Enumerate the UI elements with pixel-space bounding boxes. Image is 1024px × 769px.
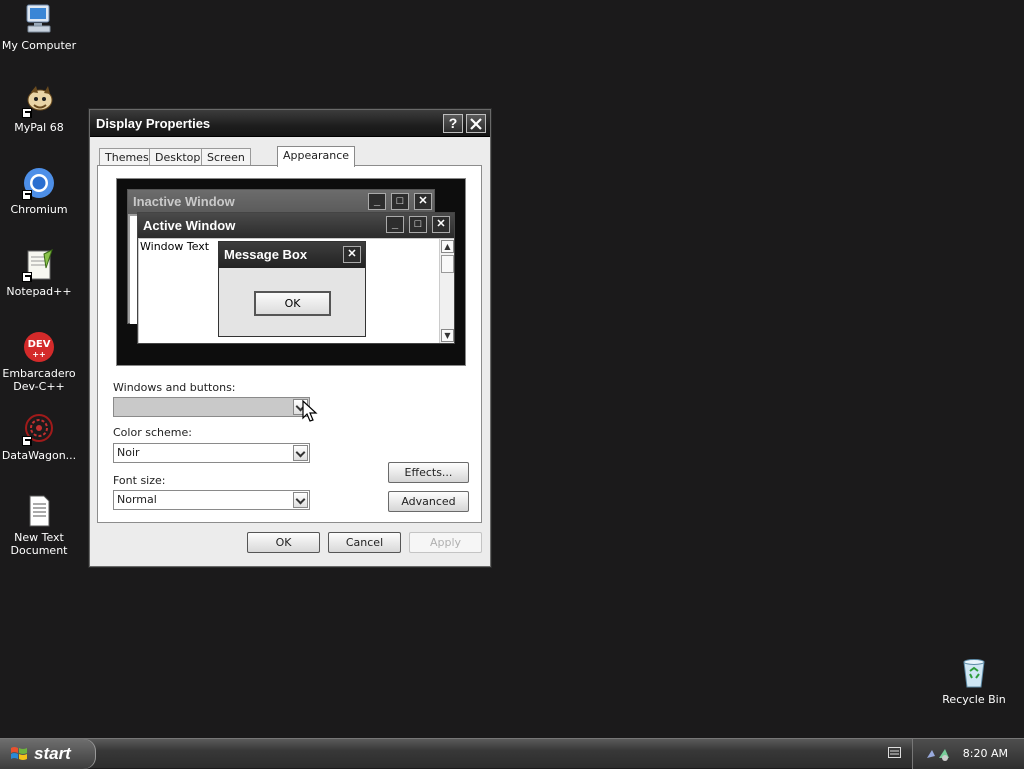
desktop-icon-new-text-document[interactable]: New Text Document xyxy=(0,494,78,557)
desktop-icon-recycle-bin[interactable]: Recycle Bin xyxy=(935,656,1013,706)
taskbar: start 8:20 AM xyxy=(0,738,1024,769)
windows-flag-icon xyxy=(11,747,27,760)
display-properties-window: Display Properties ? Themes Desktop Scre… xyxy=(89,109,491,567)
font-size-select[interactable]: Normal xyxy=(113,490,310,510)
desktop-icon-devcpp[interactable]: DEV ++ Embarcadero Dev-C++ xyxy=(0,330,78,393)
text-document-icon xyxy=(22,494,56,528)
cancel-button[interactable]: Cancel xyxy=(328,532,401,553)
devcpp-badge-text: DEV xyxy=(28,339,51,350)
notepad-plus-plus-icon xyxy=(22,248,56,282)
keyboard-icon[interactable] xyxy=(888,747,901,758)
mouse-cursor-icon xyxy=(302,400,318,422)
desktop-icon-label: MyPal 68 xyxy=(14,121,64,134)
close-icon xyxy=(470,118,482,130)
close-button[interactable] xyxy=(466,114,486,133)
font-size-label: Font size: xyxy=(113,474,166,487)
datawagon-icon xyxy=(22,412,56,446)
maximize-icon: □ xyxy=(391,193,409,210)
preview-message-title-text: Message Box xyxy=(224,247,308,262)
help-button[interactable]: ? xyxy=(443,114,463,133)
effects-button[interactable]: Effects... xyxy=(388,462,469,483)
font-size-value: Normal xyxy=(117,493,157,506)
close-icon: ✕ xyxy=(432,216,450,233)
windows-buttons-select[interactable] xyxy=(113,397,310,417)
preview-active-window: Active Window _ □ ✕ Window Text ▲ ▼ Mess… xyxy=(137,212,455,344)
desktop-icon-label: My Computer xyxy=(1,39,77,52)
clock[interactable]: 8:20 AM xyxy=(963,747,1008,760)
preview-window-text: Window Text xyxy=(140,240,210,253)
preview-scrollbar: ▲ ▼ xyxy=(439,239,454,343)
desktop-icon-notepad-plus-plus[interactable]: Notepad++ xyxy=(0,248,78,298)
desktop-icon-label: DataWagon... xyxy=(1,449,77,462)
network-icon[interactable] xyxy=(925,746,953,762)
ok-button[interactable]: OK xyxy=(247,532,320,553)
appearance-panel: Inactive Window _ □ ✕ Active Window _ □ … xyxy=(97,165,482,523)
scroll-thumb xyxy=(441,255,454,273)
apply-button[interactable]: Apply xyxy=(409,532,482,553)
scroll-down-icon: ▼ xyxy=(441,329,454,342)
preview-active-title-text: Active Window xyxy=(143,218,236,233)
close-icon: ✕ xyxy=(414,193,432,210)
tab-themes[interactable]: Themes xyxy=(99,148,155,166)
desktop-icon-label: Chromium xyxy=(10,203,68,216)
preview-message-box: Message Box ✕ OK xyxy=(218,241,366,337)
color-scheme-label: Color scheme: xyxy=(113,426,192,439)
preview-inactive-title-text: Inactive Window xyxy=(133,194,235,209)
desktop-icon-datawagon[interactable]: DataWagon... xyxy=(0,412,78,462)
advanced-button[interactable]: Advanced xyxy=(388,491,469,512)
tab-screen-saver[interactable]: Screen Saver xyxy=(201,148,251,181)
desktop-icon-label: Recycle Bin xyxy=(942,693,1006,706)
svg-text:++: ++ xyxy=(32,350,45,359)
preview-message-title: Message Box ✕ xyxy=(219,242,365,268)
window-titlebar[interactable]: Display Properties ? xyxy=(90,110,490,137)
appearance-preview: Inactive Window _ □ ✕ Active Window _ □ … xyxy=(116,178,466,366)
color-scheme-value: Noir xyxy=(117,446,140,459)
minimize-icon: _ xyxy=(386,216,404,233)
scroll-up-icon: ▲ xyxy=(441,240,454,253)
close-icon: ✕ xyxy=(343,246,361,263)
desktop-icon-label: Embarcadero Dev-C++ xyxy=(2,367,76,393)
chromium-icon xyxy=(22,166,56,200)
tab-desktop[interactable]: Desktop xyxy=(149,148,207,166)
desktop-icon-my-computer[interactable]: My Computer xyxy=(0,2,78,52)
start-label: start xyxy=(34,744,71,763)
desktop-icon-label: Notepad++ xyxy=(6,285,72,298)
computer-icon xyxy=(22,2,56,36)
preview-inactive-title: Inactive Window _ □ ✕ xyxy=(128,190,434,214)
color-scheme-select[interactable]: Noir xyxy=(113,443,310,463)
minimize-icon: _ xyxy=(368,193,386,210)
maximize-icon: □ xyxy=(409,216,427,233)
mypal-icon xyxy=(22,84,56,118)
chevron-down-icon[interactable] xyxy=(293,445,308,461)
desktop-icon-label: New Text Document xyxy=(10,531,68,557)
window-title: Display Properties xyxy=(96,116,211,131)
preview-message-ok: OK xyxy=(254,291,331,316)
tab-appearance[interactable]: Appearance xyxy=(277,146,356,167)
desktop-icon-mypal[interactable]: MyPal 68 xyxy=(0,84,78,134)
preview-active-title: Active Window _ □ ✕ xyxy=(138,213,454,238)
chevron-down-icon[interactable] xyxy=(293,492,308,508)
devcpp-icon: DEV ++ xyxy=(22,330,56,364)
desktop-icon-chromium[interactable]: Chromium xyxy=(0,166,78,216)
start-button[interactable]: start xyxy=(0,739,96,769)
windows-buttons-label: Windows and buttons: xyxy=(113,381,236,394)
recycle-bin-icon xyxy=(957,656,991,690)
system-tray: 8:20 AM xyxy=(912,739,1024,769)
